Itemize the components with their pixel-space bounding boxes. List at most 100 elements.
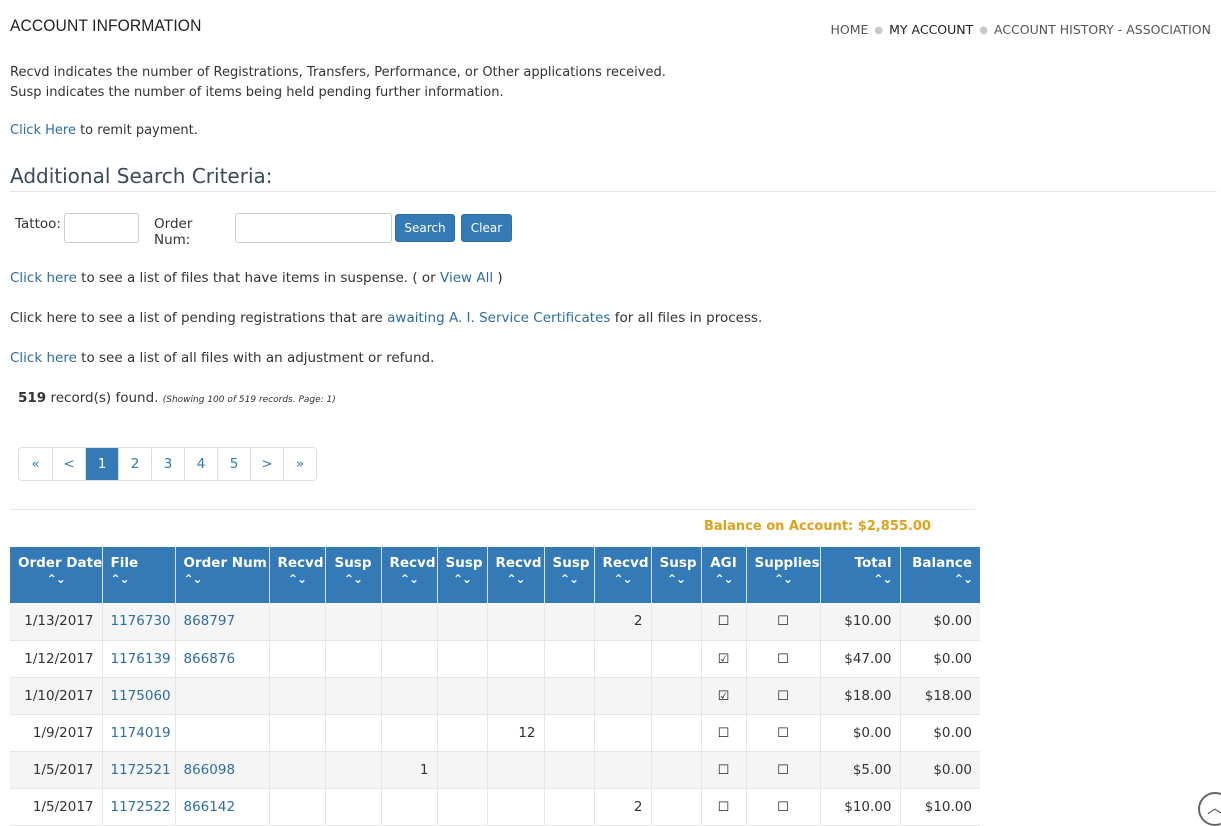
column-header[interactable]: Recvd ⌃⌄ [594,547,652,603]
awaiting-certificates-link[interactable]: awaiting A. I. Service Certificates [387,310,610,326]
table-cell [544,603,595,641]
order-num-input[interactable] [235,213,392,243]
page-first[interactable]: « [19,448,52,480]
column-header[interactable]: Recvd ⌃⌄ [381,547,438,603]
breadcrumb-account-history[interactable]: ACCOUNT HISTORY - ASSOCIATION [994,22,1211,37]
scroll-to-top-button[interactable]: ︿ [1198,792,1221,826]
file-link[interactable]: 1174019 [111,725,171,741]
supplies-checkbox[interactable]: ☐ [777,800,789,815]
sort-chevrons-icon[interactable]: ⌃⌄ [710,572,738,586]
column-header[interactable]: Susp ⌃⌄ [325,547,382,603]
clear-button[interactable]: Clear [461,214,512,242]
page-1[interactable]: 1 [85,448,118,480]
table-body: 1/13/2017 1176730 868797 2 ☐ ☐ $10.00 $0.00 1/12… [10,603,980,826]
column-header[interactable]: Susp ⌃⌄ [651,547,702,603]
agi-checkbox[interactable]: ☐ [718,614,730,629]
table-cell: $10.00 [820,603,901,641]
table-cell: 1/9/2017 [10,714,103,752]
page-4[interactable]: 4 [184,448,217,480]
supplies-checkbox[interactable]: ☐ [777,614,789,629]
page-last[interactable]: » [283,448,316,480]
sort-chevrons-icon[interactable]: ⌃⌄ [909,572,973,586]
table-cell [437,788,488,826]
sort-chevrons-icon[interactable]: ⌃⌄ [184,572,261,586]
sort-chevrons-icon[interactable]: ⌃⌄ [603,572,643,586]
supplies-checkbox[interactable]: ☐ [777,689,789,704]
sort-chevrons-icon[interactable]: ⌃⌄ [755,572,812,586]
table-cell: 1174019 [102,714,176,752]
table-cell [269,677,326,715]
table-cell: 1/5/2017 [10,751,103,789]
order-num-link[interactable]: 868797 [184,613,236,629]
pending-line: Click here to see a list of pending regi… [10,310,762,326]
page-5[interactable]: 5 [217,448,250,480]
sort-chevrons-icon[interactable]: ⌃⌄ [334,572,373,586]
column-header[interactable]: Balance ⌃⌄ [900,547,980,603]
breadcrumb-home[interactable]: HOME [830,22,868,37]
sort-chevrons-icon[interactable]: ⌃⌄ [660,572,693,586]
column-header-label: Order Num [183,555,267,571]
suspense-line: Click here to see a list of files that h… [10,270,503,286]
column-header[interactable]: AGI ⌃⌄ [701,547,747,603]
order-num-link[interactable]: 866142 [184,799,236,815]
agi-checkbox[interactable]: ☑ [718,689,730,704]
agi-checkbox[interactable]: ☐ [718,726,730,741]
suspense-files-link[interactable]: Click here [10,270,77,286]
column-header[interactable]: Supplies ⌃⌄ [746,547,821,603]
tattoo-input[interactable] [64,213,139,243]
breadcrumb-my-account[interactable]: MY ACCOUNT [889,22,973,37]
agi-checkbox[interactable]: ☐ [718,800,730,815]
balance-on-account: Balance on Account: $2,855.00 [704,519,931,534]
table-cell [175,714,270,752]
supplies-checkbox[interactable]: ☐ [777,726,789,741]
supplies-checkbox[interactable]: ☐ [777,763,789,778]
sort-chevrons-icon[interactable]: ⌃⌄ [111,572,167,586]
column-header[interactable]: Susp ⌃⌄ [544,547,595,603]
column-header[interactable]: Susp ⌃⌄ [437,547,488,603]
file-link[interactable]: 1176139 [111,651,171,667]
table-cell: 866876 [175,640,270,678]
search-button[interactable]: Search [395,214,455,242]
sort-chevrons-icon[interactable]: ⌃⌄ [829,572,892,586]
agi-checkbox[interactable]: ☐ [718,763,730,778]
table-cell: ☐ [701,714,747,752]
column-header[interactable]: Order Num ⌃⌄ [175,547,270,603]
table-cell: ☑ [701,640,747,678]
view-all-link[interactable]: View All [440,270,493,286]
page-2[interactable]: 2 [118,448,151,480]
table-cell: ☐ [746,714,821,752]
page-3[interactable]: 3 [151,448,184,480]
column-header[interactable]: Recvd ⌃⌄ [487,547,545,603]
file-link[interactable]: 1172521 [111,762,171,778]
table-cell: ☐ [701,788,747,826]
sort-chevrons-icon[interactable]: ⌃⌄ [446,572,479,586]
intro-text: Recvd indicates the number of Registrati… [10,63,666,103]
table-cell: 866142 [175,788,270,826]
table-cell: ☐ [746,677,821,715]
sort-chevrons-icon[interactable]: ⌃⌄ [18,572,94,586]
file-link[interactable]: 1176730 [111,613,171,629]
page-prev[interactable]: < [52,448,85,480]
column-header[interactable]: Order Date ⌃⌄ [10,547,103,603]
table-cell [487,677,545,715]
column-header-label: Balance [912,555,972,571]
adjustment-files-link[interactable]: Click here [10,350,77,366]
sort-chevrons-icon[interactable]: ⌃⌄ [278,572,317,586]
records-count: 519 [18,390,47,406]
column-header[interactable]: File ⌃⌄ [102,547,176,603]
column-header[interactable]: Total ⌃⌄ [820,547,901,603]
column-header-label: Susp [552,555,590,571]
order-num-link[interactable]: 866098 [184,762,236,778]
table-cell [544,714,595,752]
file-link[interactable]: 1175060 [111,688,171,704]
remit-payment-link[interactable]: Click Here [10,123,76,138]
sort-chevrons-icon[interactable]: ⌃⌄ [496,572,536,586]
file-link[interactable]: 1172522 [111,799,171,815]
agi-checkbox[interactable]: ☑ [718,652,730,667]
supplies-checkbox[interactable]: ☐ [777,652,789,667]
order-num-link[interactable]: 866876 [184,651,236,667]
column-header[interactable]: Recvd ⌃⌄ [269,547,326,603]
page-next[interactable]: > [250,448,283,480]
sort-chevrons-icon[interactable]: ⌃⌄ [390,572,429,586]
sort-chevrons-icon[interactable]: ⌃⌄ [553,572,586,586]
